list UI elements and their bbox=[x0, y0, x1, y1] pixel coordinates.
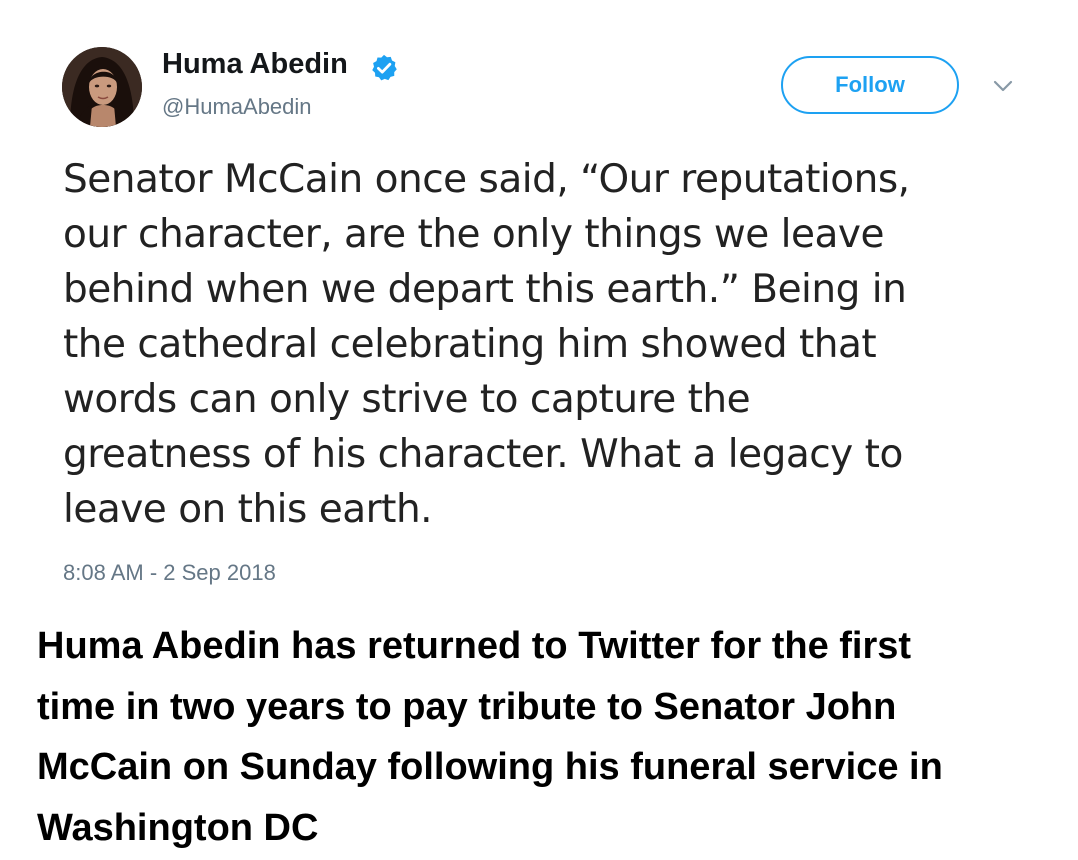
caption-line: Washington DC bbox=[37, 806, 319, 849]
tweet-text: Senator McCain once said, “Our reputatio… bbox=[63, 152, 1023, 537]
caption-line: time in two years to pay tribute to Sena… bbox=[37, 685, 897, 728]
tweet-text-line: our character, are the only things we le… bbox=[63, 212, 884, 257]
article-caption: Huma Abedin has returned to Twitter for … bbox=[37, 616, 1057, 858]
tweet-text-line: leave on this earth. bbox=[63, 487, 433, 532]
verified-badge-icon bbox=[372, 54, 397, 81]
avatar[interactable] bbox=[62, 47, 142, 127]
avatar-photo bbox=[62, 47, 142, 127]
tweet-text-line: the cathedral celebrating him showed tha… bbox=[63, 322, 877, 367]
tweet-card: Huma Abedin @HumaAbedin Follow Senator M… bbox=[0, 0, 1078, 612]
tweet-text-line: greatness of his character. What a legac… bbox=[63, 432, 903, 477]
caption-line: McCain on Sunday following his funeral s… bbox=[37, 746, 943, 788]
tweet-timestamp[interactable]: 8:08 AM - 2 Sep 2018 bbox=[63, 560, 276, 586]
author-handle[interactable]: @HumaAbedin bbox=[162, 94, 312, 120]
tweet-text-line: words can only strive to capture the bbox=[63, 377, 751, 422]
caption-line: Huma Abedin has returned to Twitter for … bbox=[37, 625, 912, 667]
author-display-name[interactable]: Huma Abedin bbox=[162, 48, 348, 81]
tweet-text-line: Senator McCain once said, “Our reputatio… bbox=[63, 157, 910, 202]
tweet-text-line: behind when we depart this earth.” Being… bbox=[63, 267, 907, 312]
chevron-down-icon[interactable] bbox=[991, 76, 1015, 96]
follow-button[interactable]: Follow bbox=[781, 56, 959, 114]
